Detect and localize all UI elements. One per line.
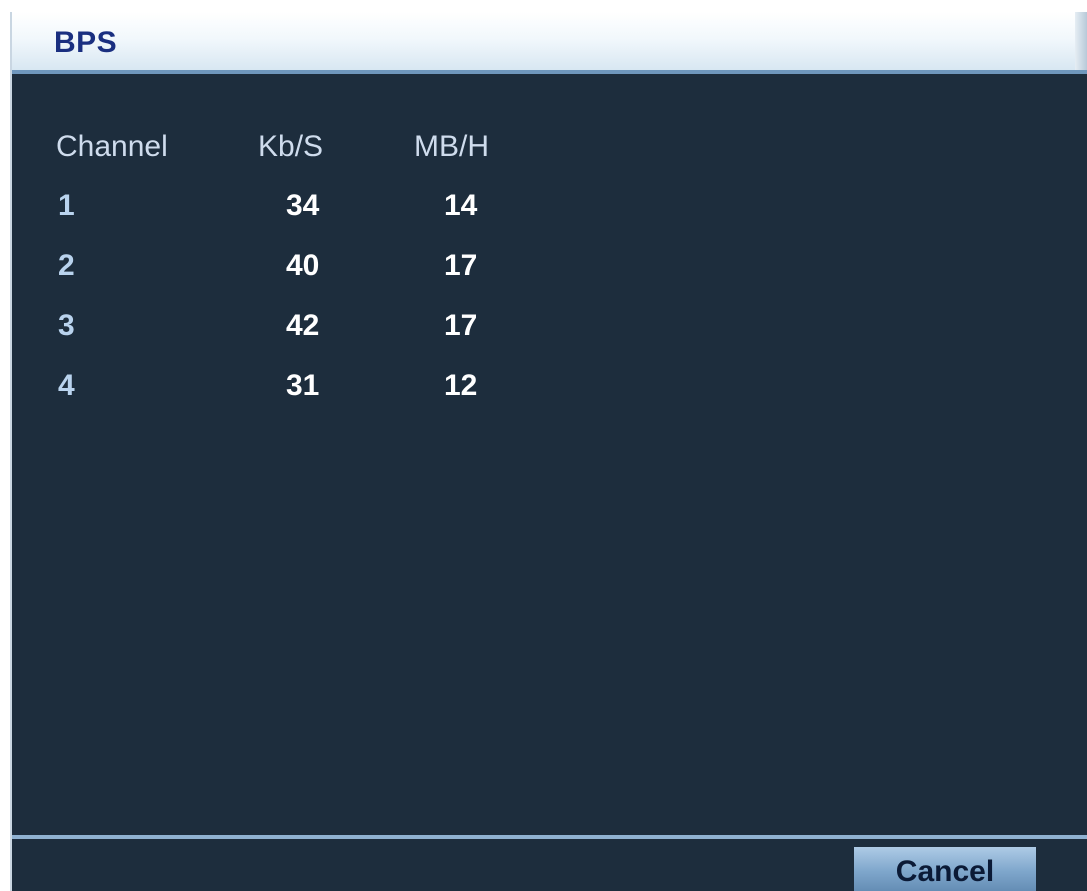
table-row-1-mbh: 14 bbox=[444, 189, 478, 222]
bps-content: Channel Kb/S MB/H 1 34 14 2 40 17 3 42 1… bbox=[12, 74, 1087, 847]
table-row-2-channel: 2 bbox=[58, 249, 75, 282]
table-row-1-channel: 1 bbox=[58, 189, 75, 222]
table-row-3-channel: 3 bbox=[58, 309, 75, 342]
column-header-kbs: Kb/S bbox=[258, 130, 324, 163]
column-header-channel: Channel bbox=[56, 130, 168, 163]
title-bar-edge bbox=[1075, 12, 1087, 70]
table-row-4-channel: 4 bbox=[58, 369, 75, 402]
title-bar: BPS bbox=[12, 12, 1087, 74]
table-row-1-kbs: 34 bbox=[286, 189, 320, 222]
dialog-title: BPS bbox=[54, 26, 118, 59]
button-bar: Cancel bbox=[12, 835, 1087, 891]
bps-dialog: BPS Channel Kb/S MB/H 1 34 14 2 40 17 3 … bbox=[10, 12, 1087, 891]
table-row-2-mbh: 17 bbox=[444, 249, 478, 282]
table-row-3-mbh: 17 bbox=[444, 309, 478, 342]
table-row-4-mbh: 12 bbox=[444, 369, 478, 402]
table-row-3-kbs: 42 bbox=[286, 309, 320, 342]
column-header-mbh: MB/H bbox=[414, 130, 489, 163]
table-row-4-kbs: 31 bbox=[286, 369, 320, 402]
table-row-2-kbs: 40 bbox=[286, 249, 320, 282]
cancel-button[interactable]: Cancel bbox=[854, 847, 1036, 891]
